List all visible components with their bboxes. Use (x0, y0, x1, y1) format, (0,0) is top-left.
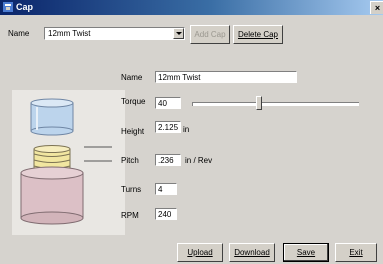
chevron-down-icon[interactable] (173, 28, 184, 39)
name-dropdown-value: 12mm Twist (48, 29, 91, 38)
exit-button[interactable]: Exit (335, 243, 377, 262)
torque-slider-track[interactable] (192, 102, 359, 106)
save-button[interactable]: Save (283, 243, 329, 262)
upload-button[interactable]: Upload (177, 243, 223, 262)
close-button[interactable]: × (370, 1, 383, 14)
pitch-unit: in / Rev (185, 156, 213, 165)
dialog-body: Name 12mm Twist Add Cap Delete Cap Name … (0, 15, 383, 264)
height-input[interactable]: 2.125 (155, 121, 181, 133)
app-icon (3, 2, 13, 12)
delete-cap-button[interactable]: Delete Cap (233, 25, 283, 44)
title-bar: Cap × (0, 0, 383, 15)
add-cap-button[interactable]: Add Cap (190, 25, 230, 44)
torque-slider-thumb[interactable] (256, 96, 262, 110)
cap-illustration (30, 98, 74, 136)
cap-diagram (12, 90, 125, 235)
close-icon: × (374, 3, 381, 13)
rpm-input[interactable]: 240 (155, 208, 177, 220)
height-unit: in (183, 125, 190, 134)
download-button[interactable]: Download (229, 243, 275, 262)
rpm-label: RPM (121, 211, 139, 220)
torque-input[interactable]: 40 (155, 97, 181, 109)
bottle-base-illustration (20, 166, 84, 225)
name-dropdown[interactable]: 12mm Twist (44, 27, 185, 40)
pitch-input[interactable]: .236 (155, 154, 181, 166)
window-title: Cap (16, 2, 34, 12)
height-label: Height (121, 127, 145, 136)
turns-label: Turns (121, 185, 142, 194)
name-selector-label: Name (8, 29, 30, 38)
torque-label: Torque (121, 97, 146, 106)
turns-input[interactable]: 4 (155, 183, 177, 195)
name-input[interactable]: 12mm Twist (155, 71, 297, 83)
name-label: Name (121, 73, 143, 82)
pitch-label: Pitch (121, 156, 139, 165)
